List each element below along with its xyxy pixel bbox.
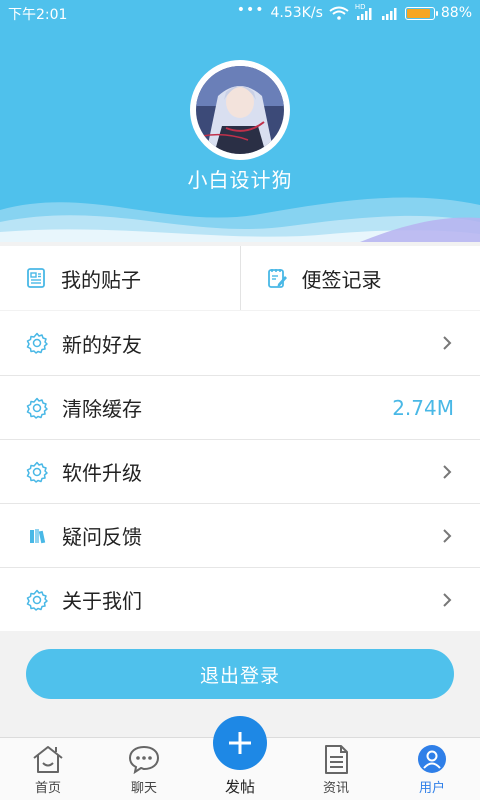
tab-chat[interactable]: 聊天 bbox=[96, 738, 192, 800]
tab-label: 首页 bbox=[34, 781, 61, 796]
profile-username: 小白设计狗 bbox=[187, 168, 293, 192]
menu-item-new-friends[interactable]: 新的好友 bbox=[0, 311, 480, 375]
menu-item-label: 软件升级 bbox=[62, 461, 142, 485]
gear-icon bbox=[26, 461, 48, 483]
more-dots-icon: ••• bbox=[236, 2, 265, 18]
plus-icon bbox=[229, 732, 251, 754]
logout-button[interactable]: 退出登录 bbox=[26, 649, 454, 699]
tab-user[interactable]: 用户 bbox=[384, 738, 480, 800]
avatar[interactable] bbox=[190, 60, 290, 160]
notes-button[interactable]: 便签记录 bbox=[241, 246, 480, 310]
tab-news[interactable]: 资讯 bbox=[288, 738, 384, 800]
news-icon bbox=[325, 745, 348, 774]
gear-icon bbox=[26, 397, 48, 419]
signal-icon bbox=[381, 8, 397, 20]
menu-item-label: 关于我们 bbox=[62, 589, 142, 613]
menu-item-label: 新的好友 bbox=[62, 332, 142, 357]
menu-item-label: 疑问反馈 bbox=[62, 525, 142, 549]
chevron-right-icon bbox=[443, 336, 452, 350]
battery-percent: 88% bbox=[440, 5, 472, 21]
menu-item-clear-cache[interactable]: 清除缓存 2.74M bbox=[0, 375, 480, 439]
avatar-image bbox=[196, 66, 284, 154]
document-list-icon bbox=[27, 268, 45, 288]
shortcut-row: 我的贴子 便签记录 bbox=[0, 246, 480, 310]
status-time: 下午2:01 bbox=[8, 7, 68, 23]
network-speed: 4.53K/s bbox=[270, 5, 323, 21]
books-icon bbox=[30, 528, 46, 543]
tab-label: 资讯 bbox=[322, 781, 349, 796]
status-bar: 下午2:01 ••• 4.53K/s HD 88% bbox=[0, 0, 480, 26]
tab-label: 发帖 bbox=[224, 778, 255, 796]
signal-hd-icon: HD bbox=[355, 3, 375, 20]
home-icon bbox=[33, 746, 63, 773]
menu-item-feedback[interactable]: 疑问反馈 bbox=[0, 503, 480, 567]
chevron-right-icon bbox=[443, 528, 452, 543]
status-indicators: ••• 4.53K/s HD 88% bbox=[231, 2, 472, 22]
menu-item-about-us[interactable]: 关于我们 bbox=[0, 567, 480, 631]
notes-label: 便签记录 bbox=[301, 267, 382, 292]
tab-label: 聊天 bbox=[130, 781, 157, 796]
user-icon bbox=[418, 745, 446, 773]
menu-item-software-update[interactable]: 软件升级 bbox=[0, 439, 480, 503]
tab-label: 用户 bbox=[418, 781, 445, 796]
battery-icon bbox=[404, 6, 438, 20]
new-post-fab[interactable] bbox=[213, 716, 267, 770]
gear-icon bbox=[26, 589, 48, 611]
gear-icon bbox=[26, 332, 48, 354]
my-posts-label: 我的贴子 bbox=[61, 267, 141, 292]
my-posts-button[interactable]: 我的贴子 bbox=[0, 246, 241, 310]
chevron-right-icon bbox=[443, 592, 452, 607]
chat-icon bbox=[128, 745, 160, 774]
settings-list: 新的好友 清除缓存 2.74M 软件升级 疑问反馈 关于我们 bbox=[0, 311, 480, 631]
cache-size-value: 2.74M bbox=[392, 395, 454, 420]
wifi-icon bbox=[329, 6, 349, 20]
chevron-right-icon bbox=[443, 464, 452, 479]
tab-home[interactable]: 首页 bbox=[0, 738, 96, 800]
menu-item-label: 清除缓存 bbox=[62, 397, 142, 421]
note-edit-icon bbox=[267, 269, 287, 288]
